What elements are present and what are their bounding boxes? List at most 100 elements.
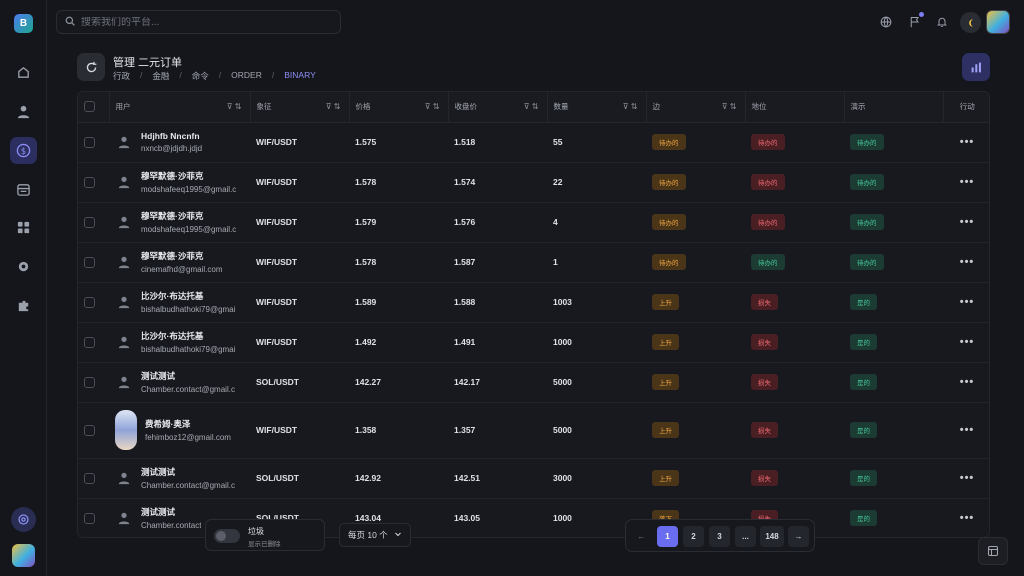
page-1-button[interactable]: 1 xyxy=(657,526,678,547)
sidebar: B $ xyxy=(0,0,47,576)
col-status[interactable]: 地位 xyxy=(744,92,844,123)
col-symbol[interactable]: 象征 ⊽ ⇅ xyxy=(249,92,349,123)
row-checkbox[interactable] xyxy=(84,512,95,524)
next-page-button[interactable]: → xyxy=(788,526,809,547)
more-actions-icon[interactable]: ••• xyxy=(960,176,975,188)
table-header-row: 用户 ⊽ ⇅ 象征 ⊽ ⇅ 价格 ⊽ ⇅ 收盘价 ⊽ ⇅ 数量 ⊽ ⇅ 边 ⊽ ⇅ 地位 演… xyxy=(78,92,989,123)
gear-icon[interactable] xyxy=(10,253,37,280)
table-row[interactable]: 比沙尔·布达托基 bishalbudhathoki79@gmai WIF/USDT 1… xyxy=(78,282,989,323)
user-name: 费希姆·奥泽 xyxy=(145,419,191,429)
amount-cell: 22 xyxy=(547,162,646,203)
row-checkbox[interactable] xyxy=(84,296,95,308)
status-badge: 待办的 xyxy=(751,214,785,230)
more-actions-icon[interactable]: ••• xyxy=(960,216,975,228)
breadcrumb-item[interactable]: ORDER xyxy=(231,70,262,82)
more-actions-icon[interactable]: ••• xyxy=(960,336,975,348)
status-cell: 损失 xyxy=(745,282,844,323)
search-input[interactable] xyxy=(81,16,321,28)
sidebar-avatar[interactable] xyxy=(12,544,35,567)
table-row[interactable]: 测试测试 Chamber.contact@gmail.c SOL/USDT 142.9… xyxy=(78,458,989,499)
table-row[interactable]: 穆罕默德·沙菲克 modshafeeq1995@gmail.c WIF/USDT 1.… xyxy=(78,162,989,203)
row-select-cell xyxy=(78,322,109,363)
trash-toggle[interactable]: 垃圾 显示已删除 xyxy=(205,519,325,551)
row-checkbox[interactable] xyxy=(84,136,95,148)
globe-icon[interactable] xyxy=(876,12,896,32)
amount-cell: 1000 xyxy=(547,322,646,363)
price-cell: 1.589 xyxy=(349,282,448,323)
refresh-icon[interactable] xyxy=(77,53,105,81)
search-box[interactable] xyxy=(56,10,341,34)
row-checkbox[interactable] xyxy=(84,472,95,484)
table-row[interactable]: 穆罕默德·沙菲克 modshafeeq1995@gmail.c WIF/USDT 1.… xyxy=(78,202,989,243)
row-checkbox[interactable] xyxy=(84,336,95,348)
price-cell: 1.358 xyxy=(349,402,448,459)
user-email: fehimboz12@gmail.com xyxy=(145,433,231,442)
page-3-button[interactable]: 3 xyxy=(709,526,730,547)
calendar-icon[interactable] xyxy=(10,176,37,203)
table-row[interactable]: 费希姆·奥泽 fehimboz12@gmail.com WIF/USDT 1.358 1… xyxy=(78,402,989,459)
moon-icon[interactable] xyxy=(960,12,981,33)
more-actions-icon[interactable]: ••• xyxy=(960,376,975,388)
filter-sort-icon[interactable]: ⊽ ⇅ xyxy=(722,102,737,111)
user-cell: 穆罕默德·沙菲克 modshafeeq1995@gmail.c xyxy=(109,162,250,203)
row-checkbox[interactable] xyxy=(84,256,95,268)
grid-icon[interactable] xyxy=(10,214,37,241)
filter-sort-icon[interactable]: ⊽ ⇅ xyxy=(425,102,440,111)
row-select-cell xyxy=(78,498,109,537)
table-row[interactable]: 测试测试 Chamber.contact@gmail.c SOL/USDT 142.2… xyxy=(78,362,989,403)
show-deleted-switch[interactable] xyxy=(214,529,240,543)
more-actions-icon[interactable]: ••• xyxy=(960,136,975,148)
page-title: 管理 二元订单 xyxy=(113,57,183,69)
settings-wheel-icon[interactable] xyxy=(11,507,36,532)
col-side[interactable]: 边 ⊽ ⇅ xyxy=(645,92,745,123)
prev-page-button[interactable]: ← xyxy=(631,526,652,547)
user-email: Chamber.contact xyxy=(141,521,202,530)
extension-icon[interactable] xyxy=(10,292,37,319)
chart-icon[interactable] xyxy=(962,53,990,81)
more-actions-icon[interactable]: ••• xyxy=(960,256,975,268)
filter-sort-icon[interactable]: ⊽ ⇅ xyxy=(227,102,242,111)
col-price[interactable]: 价格 ⊽ ⇅ xyxy=(348,92,448,123)
col-user[interactable]: 用户 ⊽ ⇅ xyxy=(108,92,250,123)
home-icon[interactable] xyxy=(10,59,37,86)
col-amount[interactable]: 数量 ⊽ ⇅ xyxy=(546,92,646,123)
user-photo xyxy=(115,410,137,450)
user-avatar[interactable] xyxy=(986,10,1010,34)
col-close-price[interactable]: 收盘价 ⊽ ⇅ xyxy=(447,92,547,123)
breadcrumb-item[interactable]: 命令 xyxy=(192,70,209,82)
filter-sort-icon[interactable]: ⊽ ⇅ xyxy=(326,102,341,111)
filter-sort-icon[interactable]: ⊽ ⇅ xyxy=(524,102,539,111)
col-demo[interactable]: 演示 xyxy=(843,92,943,123)
user-icon[interactable] xyxy=(10,98,37,125)
app-logo[interactable]: B xyxy=(14,14,33,33)
table-row[interactable]: 比沙尔·布达托基 bishalbudhathoki79@gmai WIF/USDT 1… xyxy=(78,322,989,363)
more-actions-icon[interactable]: ••• xyxy=(960,472,975,484)
page-last-button[interactable]: 148 xyxy=(760,526,784,547)
row-select-cell xyxy=(78,458,109,499)
flag-icon[interactable] xyxy=(905,12,925,32)
table-row[interactable]: Hdjhfb Nncnfn nxncb@jdjdh.jdjd WIF/USDT 1.5… xyxy=(78,122,989,163)
per-page-select[interactable]: 每页 10 个 xyxy=(339,523,411,547)
layout-icon[interactable] xyxy=(978,537,1008,565)
select-all-checkbox[interactable] xyxy=(84,101,95,113)
more-actions-icon[interactable]: ••• xyxy=(960,296,975,308)
bell-icon[interactable] xyxy=(932,12,952,32)
demo-cell: 待办的 xyxy=(844,162,943,203)
user-name: Hdjhfb Nncnfn xyxy=(141,131,200,141)
more-actions-icon[interactable]: ••• xyxy=(960,512,975,524)
table-row[interactable]: 穆罕默德·沙菲克 cinemafhd@gmail.com WIF/USDT 1.578… xyxy=(78,242,989,283)
row-checkbox[interactable] xyxy=(84,376,95,388)
more-actions-icon[interactable]: ••• xyxy=(960,424,975,436)
finance-icon[interactable]: $ xyxy=(10,137,37,164)
row-checkbox[interactable] xyxy=(84,176,95,188)
user-icon xyxy=(115,469,133,487)
row-select-cell xyxy=(78,282,109,323)
row-checkbox[interactable] xyxy=(84,216,95,228)
demo-cell: 是的 xyxy=(844,402,943,459)
filter-sort-icon[interactable]: ⊽ ⇅ xyxy=(623,102,638,111)
close-price-cell: 1.574 xyxy=(448,162,547,203)
page-2-button[interactable]: 2 xyxy=(683,526,704,547)
breadcrumb-item[interactable]: 金融 xyxy=(152,70,169,82)
breadcrumb-item[interactable]: 行政 xyxy=(113,70,130,82)
row-checkbox[interactable] xyxy=(84,424,95,436)
